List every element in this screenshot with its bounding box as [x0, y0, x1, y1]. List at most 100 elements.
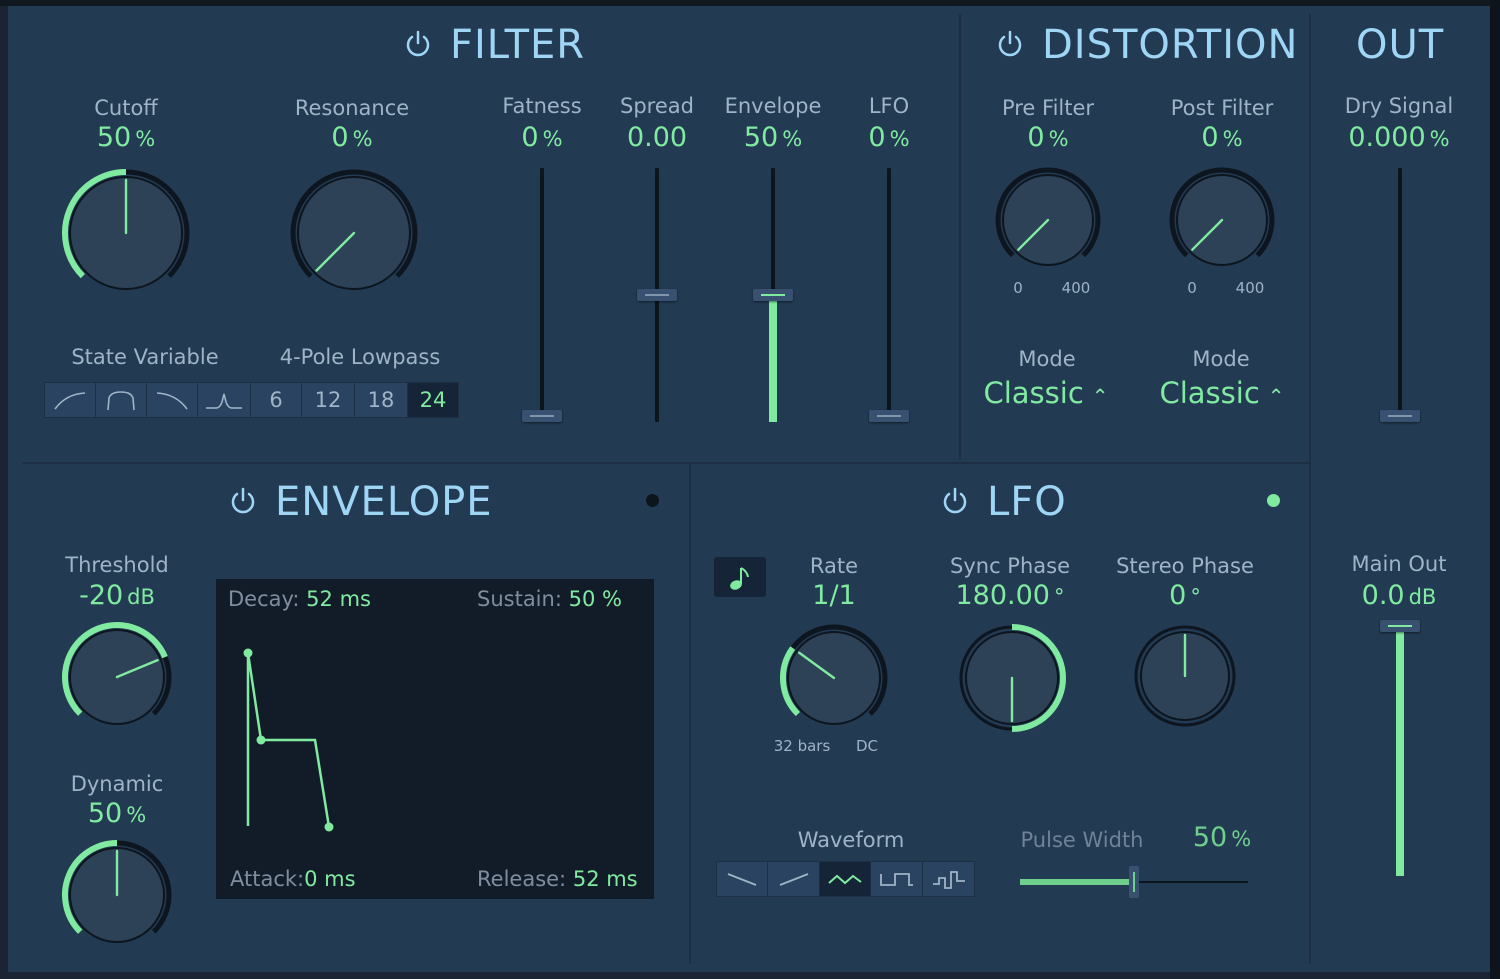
pre-filter-label: Pre Filter [1001, 96, 1095, 120]
chevron-updown-icon: ⌃ [1267, 384, 1285, 408]
envelope-curve [243, 648, 334, 832]
pole-type-label: 4-Pole Lowpass [279, 345, 441, 369]
envelope-amount-slider[interactable] [751, 168, 795, 428]
slope-6-button[interactable]: 6 [250, 382, 302, 418]
rate-knob[interactable] [778, 622, 890, 734]
cutoff-knob[interactable] [60, 167, 192, 299]
slope-18-button[interactable]: 18 [354, 382, 408, 418]
dynamic-knob[interactable] [60, 838, 174, 952]
fatness-value[interactable]: 0% [521, 122, 562, 153]
release-handle[interactable] [324, 822, 334, 832]
fatness-slider[interactable] [520, 168, 564, 428]
stereo-phase-knob[interactable] [1131, 622, 1239, 730]
pre-filter-mode-label: Mode [1018, 347, 1076, 371]
pre-filter-knob[interactable] [993, 165, 1103, 275]
threshold-value[interactable]: -20 dB [79, 580, 155, 611]
slider-handle[interactable] [1380, 620, 1420, 632]
filter-bandpass-button[interactable] [95, 382, 147, 418]
slider-handle[interactable] [637, 289, 677, 301]
filter-highpass-button[interactable] [146, 382, 198, 418]
lfo-power-icon[interactable] [940, 486, 970, 516]
slider-handle[interactable] [1380, 410, 1420, 422]
attack-handle[interactable] [243, 648, 253, 658]
slider-track [887, 168, 891, 422]
slider-handle[interactable] [522, 410, 562, 422]
filter-power-icon[interactable] [403, 29, 433, 59]
spread-value[interactable]: 0.00 [627, 122, 687, 153]
envelope-lfo-divider [689, 464, 691, 964]
saw-up-icon [779, 873, 808, 886]
post-filter-max-label: 400 [1235, 279, 1265, 297]
plugin-window: FILTER Cutoff 50% Resonance 0% State Var… [0, 0, 1500, 979]
dynamic-label: Dynamic [70, 772, 164, 796]
square-icon [879, 873, 913, 886]
out-divider [1309, 14, 1311, 964]
lfo-amount-label: LFO [868, 94, 910, 118]
lfo-amount-slider[interactable] [867, 168, 911, 428]
dry-signal-label: Dry Signal [1344, 94, 1454, 118]
rate-min-label: 32 bars [773, 737, 831, 755]
dynamic-value[interactable]: 50% [88, 798, 146, 829]
resonance-value[interactable]: 0% [331, 122, 372, 153]
stereo-phase-value[interactable]: 0 ° [1169, 580, 1201, 611]
resonance-knob[interactable] [288, 167, 420, 299]
envelope-amount-value[interactable]: 50% [744, 122, 802, 153]
slope-12-button[interactable]: 12 [301, 382, 355, 418]
triangle-icon [828, 874, 862, 885]
state-variable-label: State Variable [71, 345, 219, 369]
pre-filter-mode-select[interactable]: Classic ⌃ [983, 376, 1108, 410]
decay-handle[interactable] [256, 735, 266, 745]
spread-slider[interactable] [635, 168, 679, 428]
threshold-knob[interactable] [60, 620, 174, 734]
peak-icon [206, 393, 242, 409]
slope-24-button[interactable]: 24 [407, 382, 459, 418]
post-filter-min-label: 0 [1187, 279, 1197, 297]
slider-handle[interactable] [1129, 866, 1139, 898]
distortion-power-icon[interactable] [995, 29, 1025, 59]
lfo-title: LFO [987, 479, 1067, 525]
envelope-activity-indicator [646, 494, 659, 507]
post-filter-mode-select[interactable]: Classic ⌃ [1159, 376, 1284, 410]
filter-peak-button[interactable] [197, 382, 251, 418]
main-out-value[interactable]: 0.0 dB [1362, 580, 1437, 611]
main-out-slider[interactable] [1378, 620, 1422, 882]
waveform-saw-up-button[interactable] [767, 861, 820, 897]
filter-title: FILTER [450, 22, 586, 68]
out-title: OUT [1356, 22, 1445, 68]
post-filter-mode-label: Mode [1192, 347, 1250, 371]
lfo-activity-indicator [1267, 494, 1280, 507]
cutoff-value[interactable]: 50% [97, 122, 155, 153]
dry-signal-slider[interactable] [1378, 168, 1422, 428]
dry-signal-value[interactable]: 0.000% [1348, 122, 1449, 153]
waveform-random-button[interactable] [922, 861, 975, 897]
pulse-width-value[interactable]: 50% [1193, 822, 1251, 853]
cutoff-label: Cutoff [94, 96, 158, 120]
waveform-square-button[interactable] [870, 861, 923, 897]
lfo-sync-button[interactable] [714, 557, 766, 597]
pulse-width-slider[interactable] [1020, 864, 1248, 900]
rate-value[interactable]: 1/1 [812, 580, 855, 611]
threshold-label: Threshold [65, 553, 169, 577]
envelope-display[interactable]: Decay: 52 ms Sustain: 50 % Attack:0 ms R… [216, 579, 654, 899]
saw-down-icon [727, 873, 757, 886]
envelope-amount-label: Envelope [724, 94, 822, 118]
waveform-saw-down-button[interactable] [716, 861, 768, 897]
lowpass-icon [54, 392, 86, 410]
post-filter-value[interactable]: 0% [1201, 122, 1242, 153]
slider-handle[interactable] [753, 289, 793, 301]
sync-phase-value[interactable]: 180.00 ° [956, 580, 1065, 611]
distortion-title: DISTORTION [1042, 22, 1299, 68]
lfo-amount-value[interactable]: 0% [868, 122, 909, 153]
pre-filter-max-label: 400 [1061, 279, 1091, 297]
slider-track [1398, 168, 1402, 422]
spread-label: Spread [620, 94, 694, 118]
waveform-label: Waveform [797, 828, 905, 852]
sync-phase-knob[interactable] [956, 622, 1068, 734]
slider-handle[interactable] [869, 410, 909, 422]
envelope-power-icon[interactable] [228, 486, 258, 516]
filter-lowpass-button[interactable] [44, 382, 96, 418]
post-filter-knob[interactable] [1167, 165, 1277, 275]
slider-track [540, 168, 544, 422]
waveform-triangle-button[interactable] [819, 861, 871, 897]
pre-filter-value[interactable]: 0% [1027, 122, 1068, 153]
